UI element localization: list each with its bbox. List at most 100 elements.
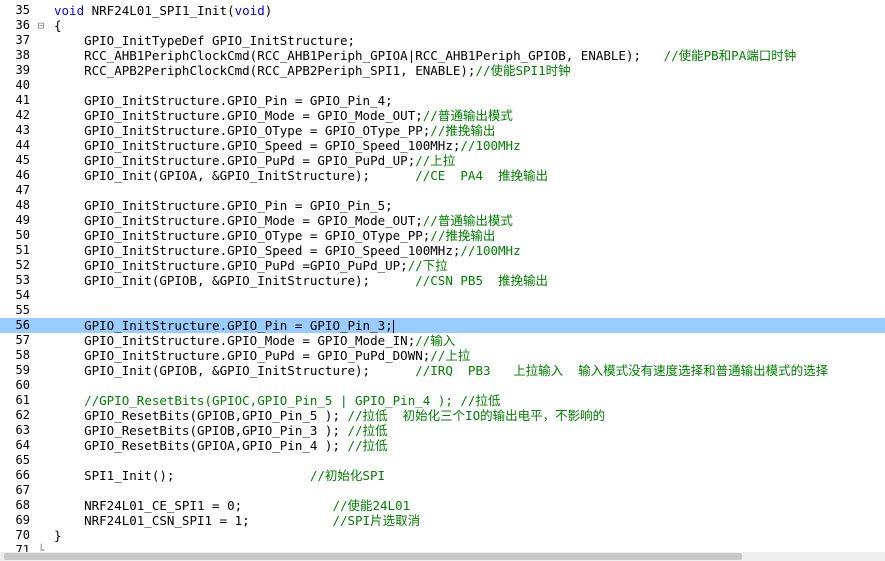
code-line[interactable]: 59 GPIO_Init(GPIOB, &GPIO_InitStructure)… [0,363,885,378]
code-source: NRF24L01_CE_SPI1 = 0; [54,498,333,513]
code-source: GPIO_InitStructure.GPIO_Speed = GPIO_Spe… [54,243,461,258]
keyword-token: void [54,3,85,18]
code-line[interactable]: 35 void NRF24L01_SPI1_Init(void) [0,3,885,18]
code-text: GPIO_InitStructure.GPIO_OType = GPIO_OTy… [54,228,495,243]
code-line[interactable]: 56 GPIO_InitStructure.GPIO_Pin = GPIO_Pi… [0,318,885,333]
code-line[interactable]: 64 GPIO_ResetBits(GPIOA,GPIO_Pin_4 ); //… [0,438,885,453]
line-number: 54 [15,288,30,302]
code-comment: //上拉 [415,153,456,168]
code-line[interactable]: 52 GPIO_InitStructure.GPIO_PuPd =GPIO_Pu… [0,258,885,273]
code-line[interactable]: 46 GPIO_Init(GPIOA, &GPIO_InitStructure)… [0,168,885,183]
code-line[interactable]: 67 [0,483,885,498]
line-number: 69 [15,513,30,527]
code-line[interactable]: 65 [0,453,885,468]
line-number: 60 [15,378,30,392]
code-comment: //推挽输出 [430,123,496,138]
code-source: GPIO_InitStructure.GPIO_Speed = GPIO_Spe… [54,138,461,153]
code-line[interactable]: 45 GPIO_InitStructure.GPIO_PuPd = GPIO_P… [0,153,885,168]
fold-marker-icon[interactable]: ⊟ [36,18,46,33]
line-number: 52 [15,258,30,272]
code-text: GPIO_InitStructure.GPIO_Mode = GPIO_Mode… [54,108,513,123]
line-number: 44 [15,138,30,152]
code-comment: //初始化SPI [309,468,386,483]
code-text: RCC_APB2PeriphClockCmd(RCC_APB2Periph_SP… [54,63,571,78]
code-source: GPIO_InitStructure.GPIO_Pin = GPIO_Pin_4… [54,93,393,108]
code-area[interactable]: 35 void NRF24L01_SPI1_Init(void) 36 ⊟ {37 GP… [0,0,885,557]
line-number: 49 [15,213,30,227]
code-text: { [54,18,62,33]
code-line[interactable]: 50 GPIO_InitStructure.GPIO_OType = GPIO_… [0,228,885,243]
code-source: SPI1_Init(); [54,468,310,483]
code-comment: //拉低 [347,423,388,438]
code-line[interactable]: 66 SPI1_Init(); //初始化SPI [0,468,885,483]
code-comment: //GPIO_ResetBits(GPIOC,GPIO_Pin_5 | GPIO… [84,393,501,408]
code-line[interactable]: 43 GPIO_InitStructure.GPIO_OType = GPIO_… [0,123,885,138]
code-line[interactable]: 61 //GPIO_ResetBits(GPIOC,GPIO_Pin_5 | G… [0,393,885,408]
line-number: 40 [15,78,30,92]
code-text: NRF24L01_CE_SPI1 = 0; //使能24L01 [54,498,410,513]
code-source: GPIO_InitStructure.GPIO_Mode = GPIO_Mode… [54,108,423,123]
line-number: 42 [15,108,30,122]
code-line[interactable]: 54 [0,288,885,303]
code-source: GPIO_InitStructure.GPIO_PuPd = GPIO_PuPd… [54,348,431,363]
code-comment: //CE PA4 推挽输出 [415,168,549,183]
code-line[interactable]: 62 GPIO_ResetBits(GPIOB,GPIO_Pin_5 ); //… [0,408,885,423]
code-line[interactable]: 39 RCC_APB2PeriphClockCmd(RCC_APB2Periph… [0,63,885,78]
code-source: GPIO_Init(GPIOB, &GPIO_InitStructure); [54,363,416,378]
code-line[interactable]: 57 GPIO_InitStructure.GPIO_Mode = GPIO_M… [0,333,885,348]
code-line[interactable]: 37 GPIO_InitTypeDef GPIO_InitStructure; [0,33,885,48]
code-comment: //下拉 [407,258,448,273]
code-token: NRF24L01_SPI1_Init( [84,3,235,18]
code-comment: //拉低 初始化三个IO的输出电平，不影响的 [347,408,606,423]
code-line[interactable]: 58 GPIO_InitStructure.GPIO_PuPd = GPIO_P… [0,348,885,363]
code-line[interactable]: 55 [0,303,885,318]
code-source: GPIO_InitStructure.GPIO_Pin = GPIO_Pin_3… [54,318,393,333]
code-line[interactable]: 38 RCC_AHB1PeriphClockCmd(RCC_AHB1Periph… [0,48,885,63]
code-text: GPIO_InitStructure.GPIO_Speed = GPIO_Spe… [54,243,521,258]
keyword-token: void [234,3,265,18]
line-number: 38 [15,48,30,62]
line-number: 58 [15,348,30,362]
code-line[interactable]: 36 ⊟ { [0,18,885,33]
code-text: void NRF24L01_SPI1_Init(void) [54,3,272,18]
code-text: GPIO_InitTypeDef GPIO_InitStructure; [54,33,355,48]
code-line[interactable]: 40 [0,78,885,93]
code-source: GPIO_InitStructure.GPIO_PuPd = GPIO_PuPd… [54,153,416,168]
line-number: 39 [15,63,30,77]
line-number: 67 [15,483,30,497]
code-line[interactable]: 68 NRF24L01_CE_SPI1 = 0; //使能24L01 [0,498,885,513]
code-line[interactable]: 41 GPIO_InitStructure.GPIO_Pin = GPIO_Pi… [0,93,885,108]
code-line[interactable]: 70} [0,528,885,543]
horizontal-scrollbar-thumb[interactable] [4,553,742,560]
code-line[interactable]: 49 GPIO_InitStructure.GPIO_Mode = GPIO_M… [0,213,885,228]
horizontal-scrollbar[interactable] [0,552,885,561]
code-line[interactable]: 47 [0,183,885,198]
line-number: 50 [15,228,30,242]
code-source: void NRF24L01_SPI1_Init(void) [54,3,272,18]
code-source: GPIO_InitStructure.GPIO_OType = GPIO_OTy… [54,123,431,138]
code-line[interactable]: 42 GPIO_InitStructure.GPIO_Mode = GPIO_M… [0,108,885,123]
line-number: 37 [15,33,30,47]
code-line[interactable]: 53 GPIO_Init(GPIOB, &GPIO_InitStructure)… [0,273,885,288]
line-number: 57 [15,333,30,347]
code-editor[interactable]: 35 void NRF24L01_SPI1_Init(void) 36 ⊟ {37 GP… [0,0,885,561]
code-text: GPIO_InitStructure.GPIO_PuPd = GPIO_PuPd… [54,348,470,363]
code-line[interactable]: 44 GPIO_InitStructure.GPIO_Speed = GPIO_… [0,138,885,153]
code-text: GPIO_Init(GPIOA, &GPIO_InitStructure); /… [54,168,548,183]
line-number: 45 [15,153,30,167]
code-text: GPIO_InitStructure.GPIO_Pin = GPIO_Pin_4… [54,93,393,108]
code-source: RCC_AHB1PeriphClockCmd(RCC_AHB1Periph_GP… [54,48,664,63]
code-line[interactable]: 69 NRF24L01_CSN_SPI1 = 1; //SPI片选取消 [0,513,885,528]
code-source: GPIO_InitStructure.GPIO_Mode = GPIO_Mode… [54,213,423,228]
line-number: 43 [15,123,30,137]
code-comment: //100MHz [460,243,521,258]
line-number: 51 [15,243,30,257]
code-source: GPIO_Init(GPIOA, &GPIO_InitStructure); [54,168,416,183]
code-line[interactable]: 51 GPIO_InitStructure.GPIO_Speed = GPIO_… [0,243,885,258]
code-text: SPI1_Init(); //初始化SPI [54,468,385,483]
code-text: GPIO_InitStructure.GPIO_Pin = GPIO_Pin_5… [54,198,393,213]
line-number: 35 [15,3,30,17]
code-line[interactable]: 48 GPIO_InitStructure.GPIO_Pin = GPIO_Pi… [0,198,885,213]
code-line[interactable]: 60 [0,378,885,393]
code-line[interactable]: 63 GPIO_ResetBits(GPIOB,GPIO_Pin_3 ); //… [0,423,885,438]
